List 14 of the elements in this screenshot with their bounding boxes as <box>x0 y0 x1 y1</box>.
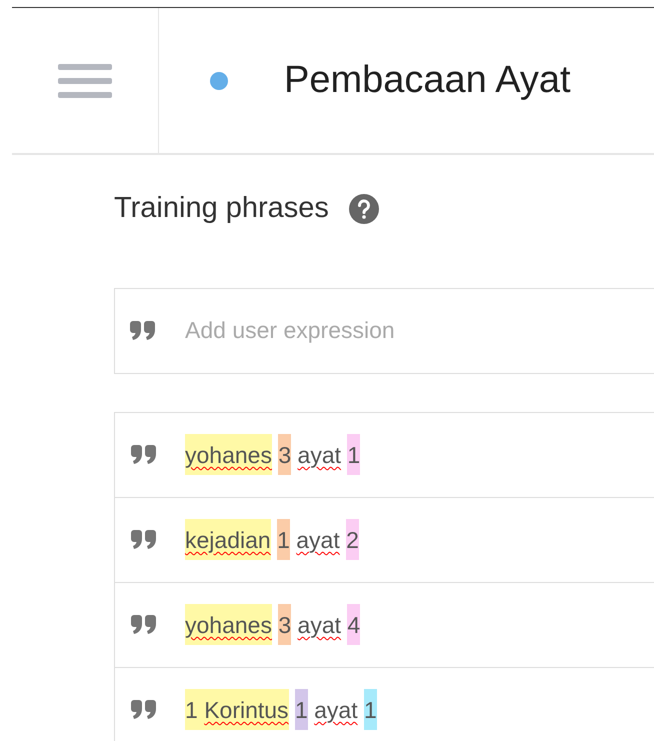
training-phrase[interactable]: yohanes 3 ayat 1 <box>115 412 654 498</box>
quote-icon <box>131 444 157 464</box>
quote-icon <box>130 320 156 340</box>
training-phrase[interactable]: yohanes 3 ayat 4 <box>115 582 654 668</box>
expression-field[interactable]: Add user expression <box>114 288 654 374</box>
quote-icon <box>131 530 157 550</box>
training-phrase[interactable]: 1 Korintus 1 ayat 1 <box>115 668 654 741</box>
help-icon[interactable] <box>348 194 379 224</box>
section-title: Training phrases <box>114 191 329 226</box>
status-dot <box>210 72 228 90</box>
quote-icon <box>131 700 157 720</box>
training-phrase[interactable]: kejadian 1 ayat 2 <box>115 498 654 582</box>
intent-title: Pembacaan Ayat <box>284 58 571 103</box>
quote-icon <box>131 614 157 634</box>
